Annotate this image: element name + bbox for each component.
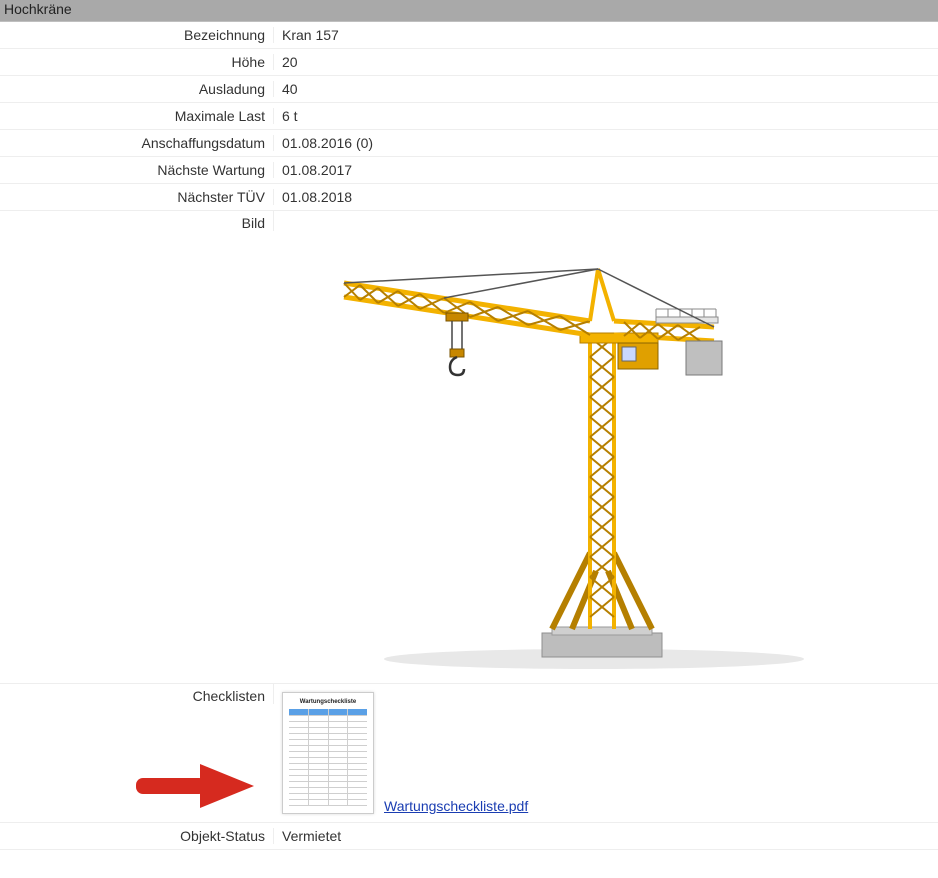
label-bild: Bild xyxy=(0,211,274,231)
label-tuev: Nächster TÜV xyxy=(0,189,274,205)
value-anschaffung: 01.08.2016 (0) xyxy=(274,135,373,151)
crane-icon xyxy=(284,221,924,673)
label-maxlast: Maximale Last xyxy=(0,108,274,124)
field-row-anschaffung: Anschaffungsdatum 01.08.2016 (0) xyxy=(0,130,938,157)
crane-image xyxy=(284,221,924,673)
field-row-checklisten: Checklisten Wartungscheckliste xyxy=(0,684,938,823)
checklist-file-thumbnail[interactable]: Wartungscheckliste xyxy=(282,692,374,814)
value-bezeichnung: Kran 157 xyxy=(274,27,339,43)
label-bezeichnung: Bezeichnung xyxy=(0,27,274,43)
value-maxlast: 6 t xyxy=(274,108,298,124)
field-row-status: Objekt-Status Vermietet xyxy=(0,823,938,850)
value-ausladung: 40 xyxy=(274,81,298,97)
thumbnail-table-icon xyxy=(289,709,367,807)
label-hoehe: Höhe xyxy=(0,54,274,70)
field-row-bezeichnung: Bezeichnung Kran 157 xyxy=(0,22,938,49)
value-wartung: 01.08.2017 xyxy=(274,162,352,178)
value-hoehe: 20 xyxy=(274,54,298,70)
field-row-ausladung: Ausladung 40 xyxy=(0,76,938,103)
field-row-maxlast: Maximale Last 6 t xyxy=(0,103,938,130)
label-status: Objekt-Status xyxy=(0,828,274,844)
checklist-file-link[interactable]: Wartungscheckliste.pdf xyxy=(384,798,528,814)
label-anschaffung: Anschaffungsdatum xyxy=(0,135,274,151)
value-bild xyxy=(274,211,924,683)
section-title: Hochkräne xyxy=(4,1,72,17)
label-checklisten: Checklisten xyxy=(0,684,274,704)
field-row-hoehe: Höhe 20 xyxy=(0,49,938,76)
label-wartung: Nächste Wartung xyxy=(0,162,274,178)
label-ausladung: Ausladung xyxy=(0,81,274,97)
field-row-wartung: Nächste Wartung 01.08.2017 xyxy=(0,157,938,184)
section-header: Hochkräne xyxy=(0,0,938,22)
value-tuev: 01.08.2018 xyxy=(274,189,352,205)
field-row-tuev: Nächster TÜV 01.08.2018 xyxy=(0,184,938,211)
field-row-bild: Bild xyxy=(0,211,938,684)
value-status: Vermietet xyxy=(274,828,341,844)
thumbnail-title: Wartungscheckliste xyxy=(289,699,367,705)
value-checklisten: Wartungscheckliste xyxy=(274,684,528,822)
